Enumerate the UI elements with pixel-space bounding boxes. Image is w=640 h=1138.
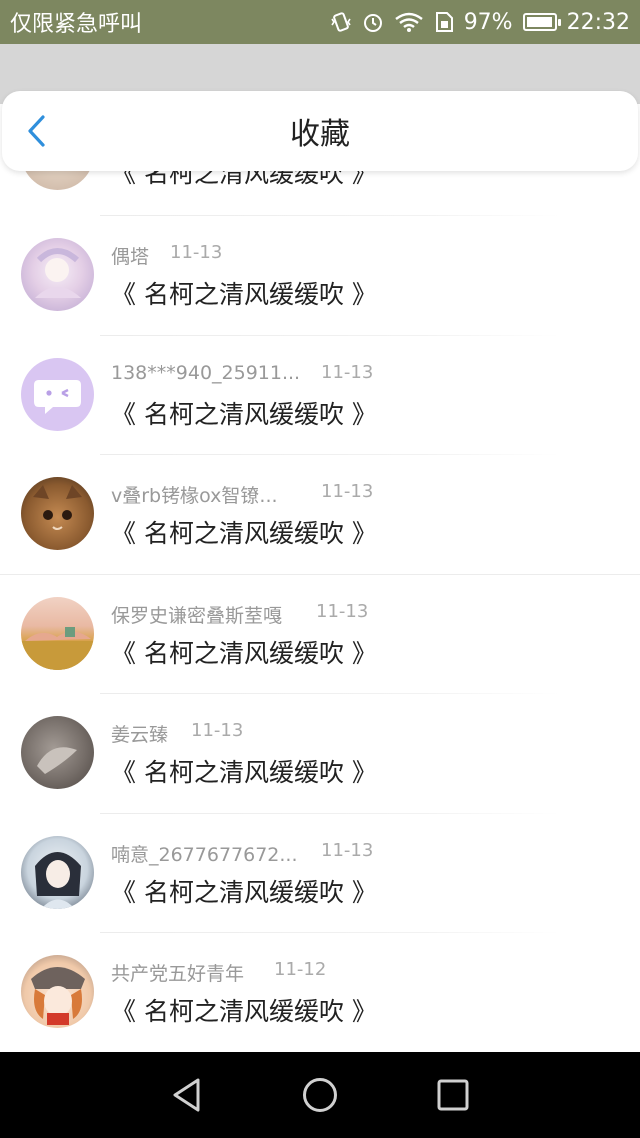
avatar[interactable] bbox=[21, 955, 94, 1028]
list-item[interactable]: 共产党五好青年 11-12 《 名柯之清风缓缓吹 》 bbox=[0, 933, 640, 1053]
emergency-call-text: 仅限紧急呼叫 bbox=[10, 12, 143, 37]
vibrate-icon bbox=[330, 11, 352, 33]
date: 11-13 bbox=[321, 481, 374, 502]
user-name[interactable]: v叠rb铐椽ox智镣... bbox=[111, 485, 278, 507]
avatar[interactable] bbox=[21, 716, 94, 789]
sim-icon bbox=[434, 11, 454, 33]
meta-line: 姜云臻 11-13 bbox=[111, 720, 243, 747]
avatar[interactable] bbox=[21, 238, 94, 311]
status-bar: 仅限紧急呼叫 97% 22:32 bbox=[0, 0, 640, 44]
list-item[interactable]: 姜云臻 11-13 《 名柯之清风缓缓吹 》 bbox=[0, 694, 640, 814]
meta-line: 138***940_25911... 11-13 bbox=[111, 362, 373, 384]
circle-home-icon bbox=[302, 1078, 337, 1112]
battery-percent: 97% bbox=[463, 9, 513, 35]
user-name[interactable]: 偶塔 bbox=[111, 246, 149, 268]
nav-recents-button[interactable] bbox=[428, 1070, 478, 1120]
avatar[interactable] bbox=[21, 596, 94, 670]
story-title[interactable]: 《 名柯之清风缓缓吹 》 bbox=[111, 873, 377, 909]
nav-home-button[interactable] bbox=[295, 1070, 345, 1120]
list-item[interactable]: 保罗史谦密叠斯荎嘎 11-13 《 名柯之清风缓缓吹 》 bbox=[0, 575, 640, 694]
status-icons: 97% 22:32 bbox=[330, 10, 630, 35]
story-title[interactable]: 《 名柯之清风缓缓吹 》 bbox=[111, 514, 377, 550]
user-name[interactable]: 姜云臻 bbox=[111, 724, 168, 746]
avatar[interactable] bbox=[21, 357, 94, 431]
user-name[interactable]: 138***940_25911... bbox=[111, 362, 300, 384]
story-title[interactable]: 《 名柯之清风缓缓吹 》 bbox=[111, 753, 377, 789]
list-item[interactable]: 喃意_2677677672... 11-13 《 名柯之清风缓缓吹 》 bbox=[0, 814, 640, 933]
system-nav-bar bbox=[0, 1052, 640, 1138]
battery-fill bbox=[526, 17, 552, 27]
story-title[interactable]: 《 名柯之清风缓缓吹 》 bbox=[111, 275, 377, 311]
alarm-icon bbox=[362, 11, 384, 33]
clock: 22:32 bbox=[566, 9, 630, 35]
story-title[interactable]: 《 名柯之清风缓缓吹 》 bbox=[111, 992, 377, 1028]
date: 11-13 bbox=[321, 839, 374, 861]
story-title[interactable]: 《 名柯之清风缓缓吹 》 bbox=[111, 395, 377, 431]
chevron-left-icon bbox=[28, 115, 45, 147]
meta-line: 保罗史谦密叠斯荎嘎 11-13 bbox=[111, 601, 368, 628]
nav-back-button[interactable] bbox=[162, 1070, 212, 1120]
triangle-back-icon bbox=[173, 1078, 200, 1112]
favorites-list[interactable]: 《 名柯之清风缓缓吹 》 偶塔 11-13 《 名柯之清风缓缓吹 》 138**… bbox=[0, 95, 640, 1053]
date: 11-13 bbox=[170, 242, 223, 263]
date: 11-13 bbox=[191, 720, 244, 741]
screen: 仅限紧急呼叫 97% 22:32 《 名柯之清风缓缓吹 》 偶塔 11-13 《… bbox=[0, 0, 640, 1138]
avatar[interactable] bbox=[21, 477, 94, 550]
meta-line: 偶塔 11-13 bbox=[111, 242, 222, 269]
square-recents-icon bbox=[437, 1079, 469, 1111]
date: 11-13 bbox=[321, 361, 374, 383]
avatar[interactable] bbox=[21, 835, 94, 909]
meta-line: 喃意_2677677672... 11-13 bbox=[111, 840, 373, 867]
meta-line: 共产党五好青年 11-12 bbox=[111, 959, 326, 986]
user-name[interactable]: 保罗史谦密叠斯荎嘎 bbox=[111, 605, 282, 627]
meta-line: v叠rb铐椽ox智镣... 11-13 bbox=[111, 481, 373, 508]
date: 11-12 bbox=[274, 959, 327, 980]
battery-icon bbox=[522, 13, 561, 31]
user-name[interactable]: 喃意_2677677672... bbox=[111, 844, 298, 866]
user-name[interactable]: 共产党五好青年 bbox=[111, 963, 244, 985]
back-button[interactable] bbox=[18, 111, 54, 151]
date: 11-13 bbox=[316, 600, 369, 622]
list-item[interactable]: 138***940_25911... 11-13 《 名柯之清风缓缓吹 》 bbox=[0, 336, 640, 455]
list-item[interactable]: 偶塔 11-13 《 名柯之清风缓缓吹 》 bbox=[0, 216, 640, 336]
page-title: 收藏 bbox=[290, 117, 350, 152]
list-item[interactable]: v叠rb铐椽ox智镣... 11-13 《 名柯之清风缓缓吹 》 bbox=[0, 455, 640, 575]
wifi-icon bbox=[394, 11, 424, 33]
header-bar: 收藏 bbox=[2, 91, 638, 171]
story-title[interactable]: 《 名柯之清风缓缓吹 》 bbox=[111, 634, 377, 670]
